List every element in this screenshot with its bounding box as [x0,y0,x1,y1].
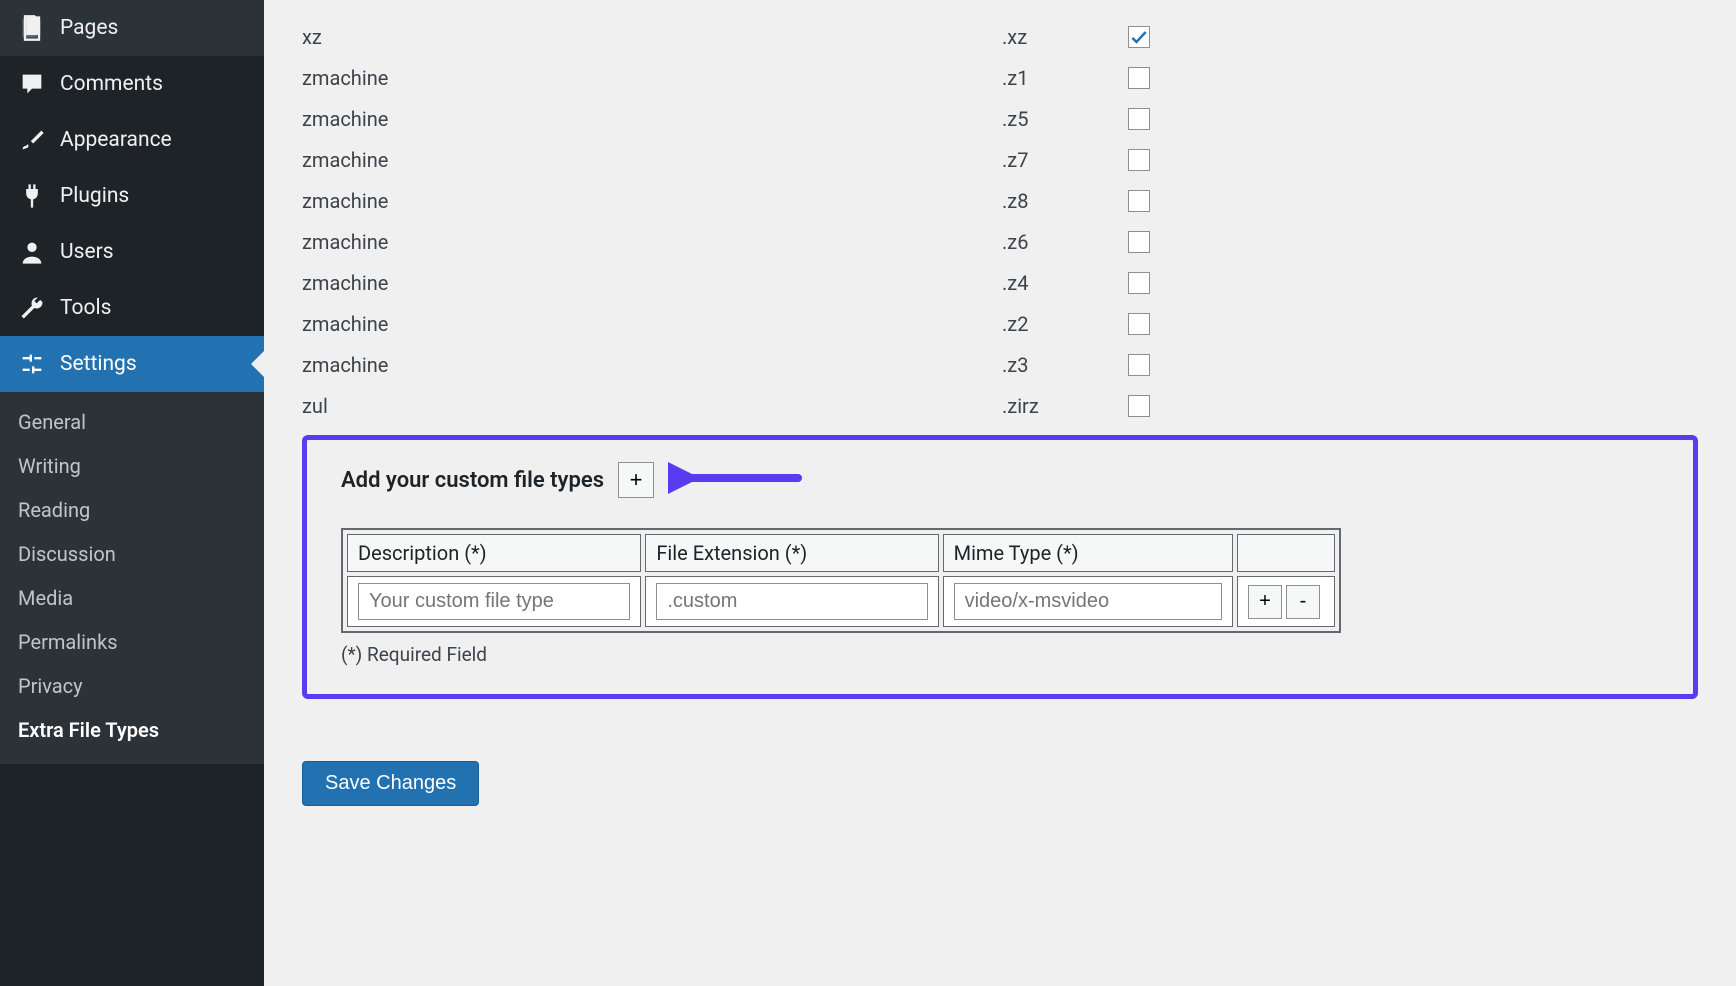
main-content: xz.xzzmachine.z1zmachine.z5zmachine.z7zm… [264,0,1736,986]
comment-icon [18,70,46,98]
sidebar-submenu: GeneralWritingReadingDiscussionMediaPerm… [0,392,264,764]
file-type-ext: .xz [1002,25,1128,49]
extension-input[interactable] [656,583,927,620]
file-type-row: zmachine.z1 [302,66,1698,90]
header-mime: Mime Type (*) [943,534,1233,572]
sidebar-sub-discussion[interactable]: Discussion [0,532,264,576]
custom-file-types-section: Add your custom file types + [302,435,1698,699]
annotation-arrow-icon [668,460,808,500]
file-type-ext: .z1 [1002,66,1128,90]
file-type-row: zmachine.z5 [302,107,1698,131]
save-button[interactable]: Save Changes [302,761,479,806]
user-icon [18,238,46,266]
header-description: Description (*) [347,534,641,572]
file-type-checkbox[interactable] [1128,272,1150,294]
sidebar-item-plugins[interactable]: Plugins [0,168,264,224]
file-type-ext: .z7 [1002,148,1128,172]
file-type-checkbox[interactable] [1128,313,1150,335]
header-extension: File Extension (*) [645,534,938,572]
sidebar-item-label: Users [60,240,114,264]
file-type-name: zul [302,394,1002,418]
file-type-name: zmachine [302,353,1002,377]
file-type-ext: .z5 [1002,107,1128,131]
file-type-list: xz.xzzmachine.z1zmachine.z5zmachine.z7zm… [302,25,1698,418]
sidebar-item-comments[interactable]: Comments [0,56,264,112]
row-add-button[interactable]: + [1248,585,1282,619]
file-type-row: zmachine.z4 [302,271,1698,295]
sidebar-sub-general[interactable]: General [0,400,264,444]
file-type-name: zmachine [302,66,1002,90]
file-type-ext: .z8 [1002,189,1128,213]
file-type-checkbox[interactable] [1128,231,1150,253]
file-type-ext: .z3 [1002,353,1128,377]
file-type-name: zmachine [302,148,1002,172]
table-header-row: Description (*) File Extension (*) Mime … [347,534,1335,572]
file-type-checkbox[interactable] [1128,149,1150,171]
file-type-row: zul.zirz [302,394,1698,418]
file-type-checkbox[interactable] [1128,67,1150,89]
file-type-name: zmachine [302,107,1002,131]
sidebar-item-label: Settings [60,352,137,376]
sidebar-item-label: Plugins [60,184,129,208]
file-type-row: zmachine.z2 [302,312,1698,336]
sidebar-item-appearance[interactable]: Appearance [0,112,264,168]
file-type-row: zmachine.z3 [302,353,1698,377]
file-type-name: zmachine [302,312,1002,336]
sidebar-item-users[interactable]: Users [0,224,264,280]
brush-icon [18,126,46,154]
file-type-row: xz.xz [302,25,1698,49]
sidebar-sub-permalinks[interactable]: Permalinks [0,620,264,664]
sidebar-item-settings[interactable]: Settings [0,336,264,392]
row-remove-button[interactable]: - [1286,585,1320,619]
file-type-name: xz [302,25,1002,49]
file-type-name: zmachine [302,189,1002,213]
file-type-ext: .z4 [1002,271,1128,295]
file-type-name: zmachine [302,271,1002,295]
file-type-row: zmachine.z8 [302,189,1698,213]
mime-input[interactable] [954,583,1222,620]
sidebar-sub-media[interactable]: Media [0,576,264,620]
wrench-icon [18,294,46,322]
page-icon [18,14,46,42]
sidebar-item-tools[interactable]: Tools [0,280,264,336]
sidebar-item-label: Appearance [60,128,172,152]
file-type-checkbox[interactable] [1128,26,1150,48]
sidebar-item-label: Tools [60,296,111,320]
file-type-row: zmachine.z7 [302,148,1698,172]
file-type-checkbox[interactable] [1128,108,1150,130]
sidebar-item-label: Pages [60,16,118,40]
sliders-icon [18,350,46,378]
table-row: +- [347,576,1335,627]
file-type-checkbox[interactable] [1128,395,1150,417]
sidebar-sub-privacy[interactable]: Privacy [0,664,264,708]
header-actions [1237,534,1335,572]
required-note: (*) Required Field [341,643,1659,666]
file-type-checkbox[interactable] [1128,354,1150,376]
add-custom-row: Add your custom file types + [341,460,1659,500]
sidebar-item-label: Comments [60,72,163,96]
description-input[interactable] [358,583,630,620]
file-type-ext: .z6 [1002,230,1128,254]
sidebar-sub-extra-file-types[interactable]: Extra File Types [0,708,264,752]
sidebar-sub-reading[interactable]: Reading [0,488,264,532]
admin-sidebar: Pages Comments Appearance Plugins Users Tools… [0,0,264,986]
sidebar-item-pages[interactable]: Pages [0,0,264,56]
file-type-row: zmachine.z6 [302,230,1698,254]
file-type-ext: .z2 [1002,312,1128,336]
file-type-name: zmachine [302,230,1002,254]
file-type-ext: .zirz [1002,394,1128,418]
custom-types-table: Description (*) File Extension (*) Mime … [341,528,1341,633]
add-custom-label: Add your custom file types [341,468,604,493]
file-type-checkbox[interactable] [1128,190,1150,212]
add-custom-button[interactable]: + [618,462,654,498]
plug-icon [18,182,46,210]
sidebar-sub-writing[interactable]: Writing [0,444,264,488]
